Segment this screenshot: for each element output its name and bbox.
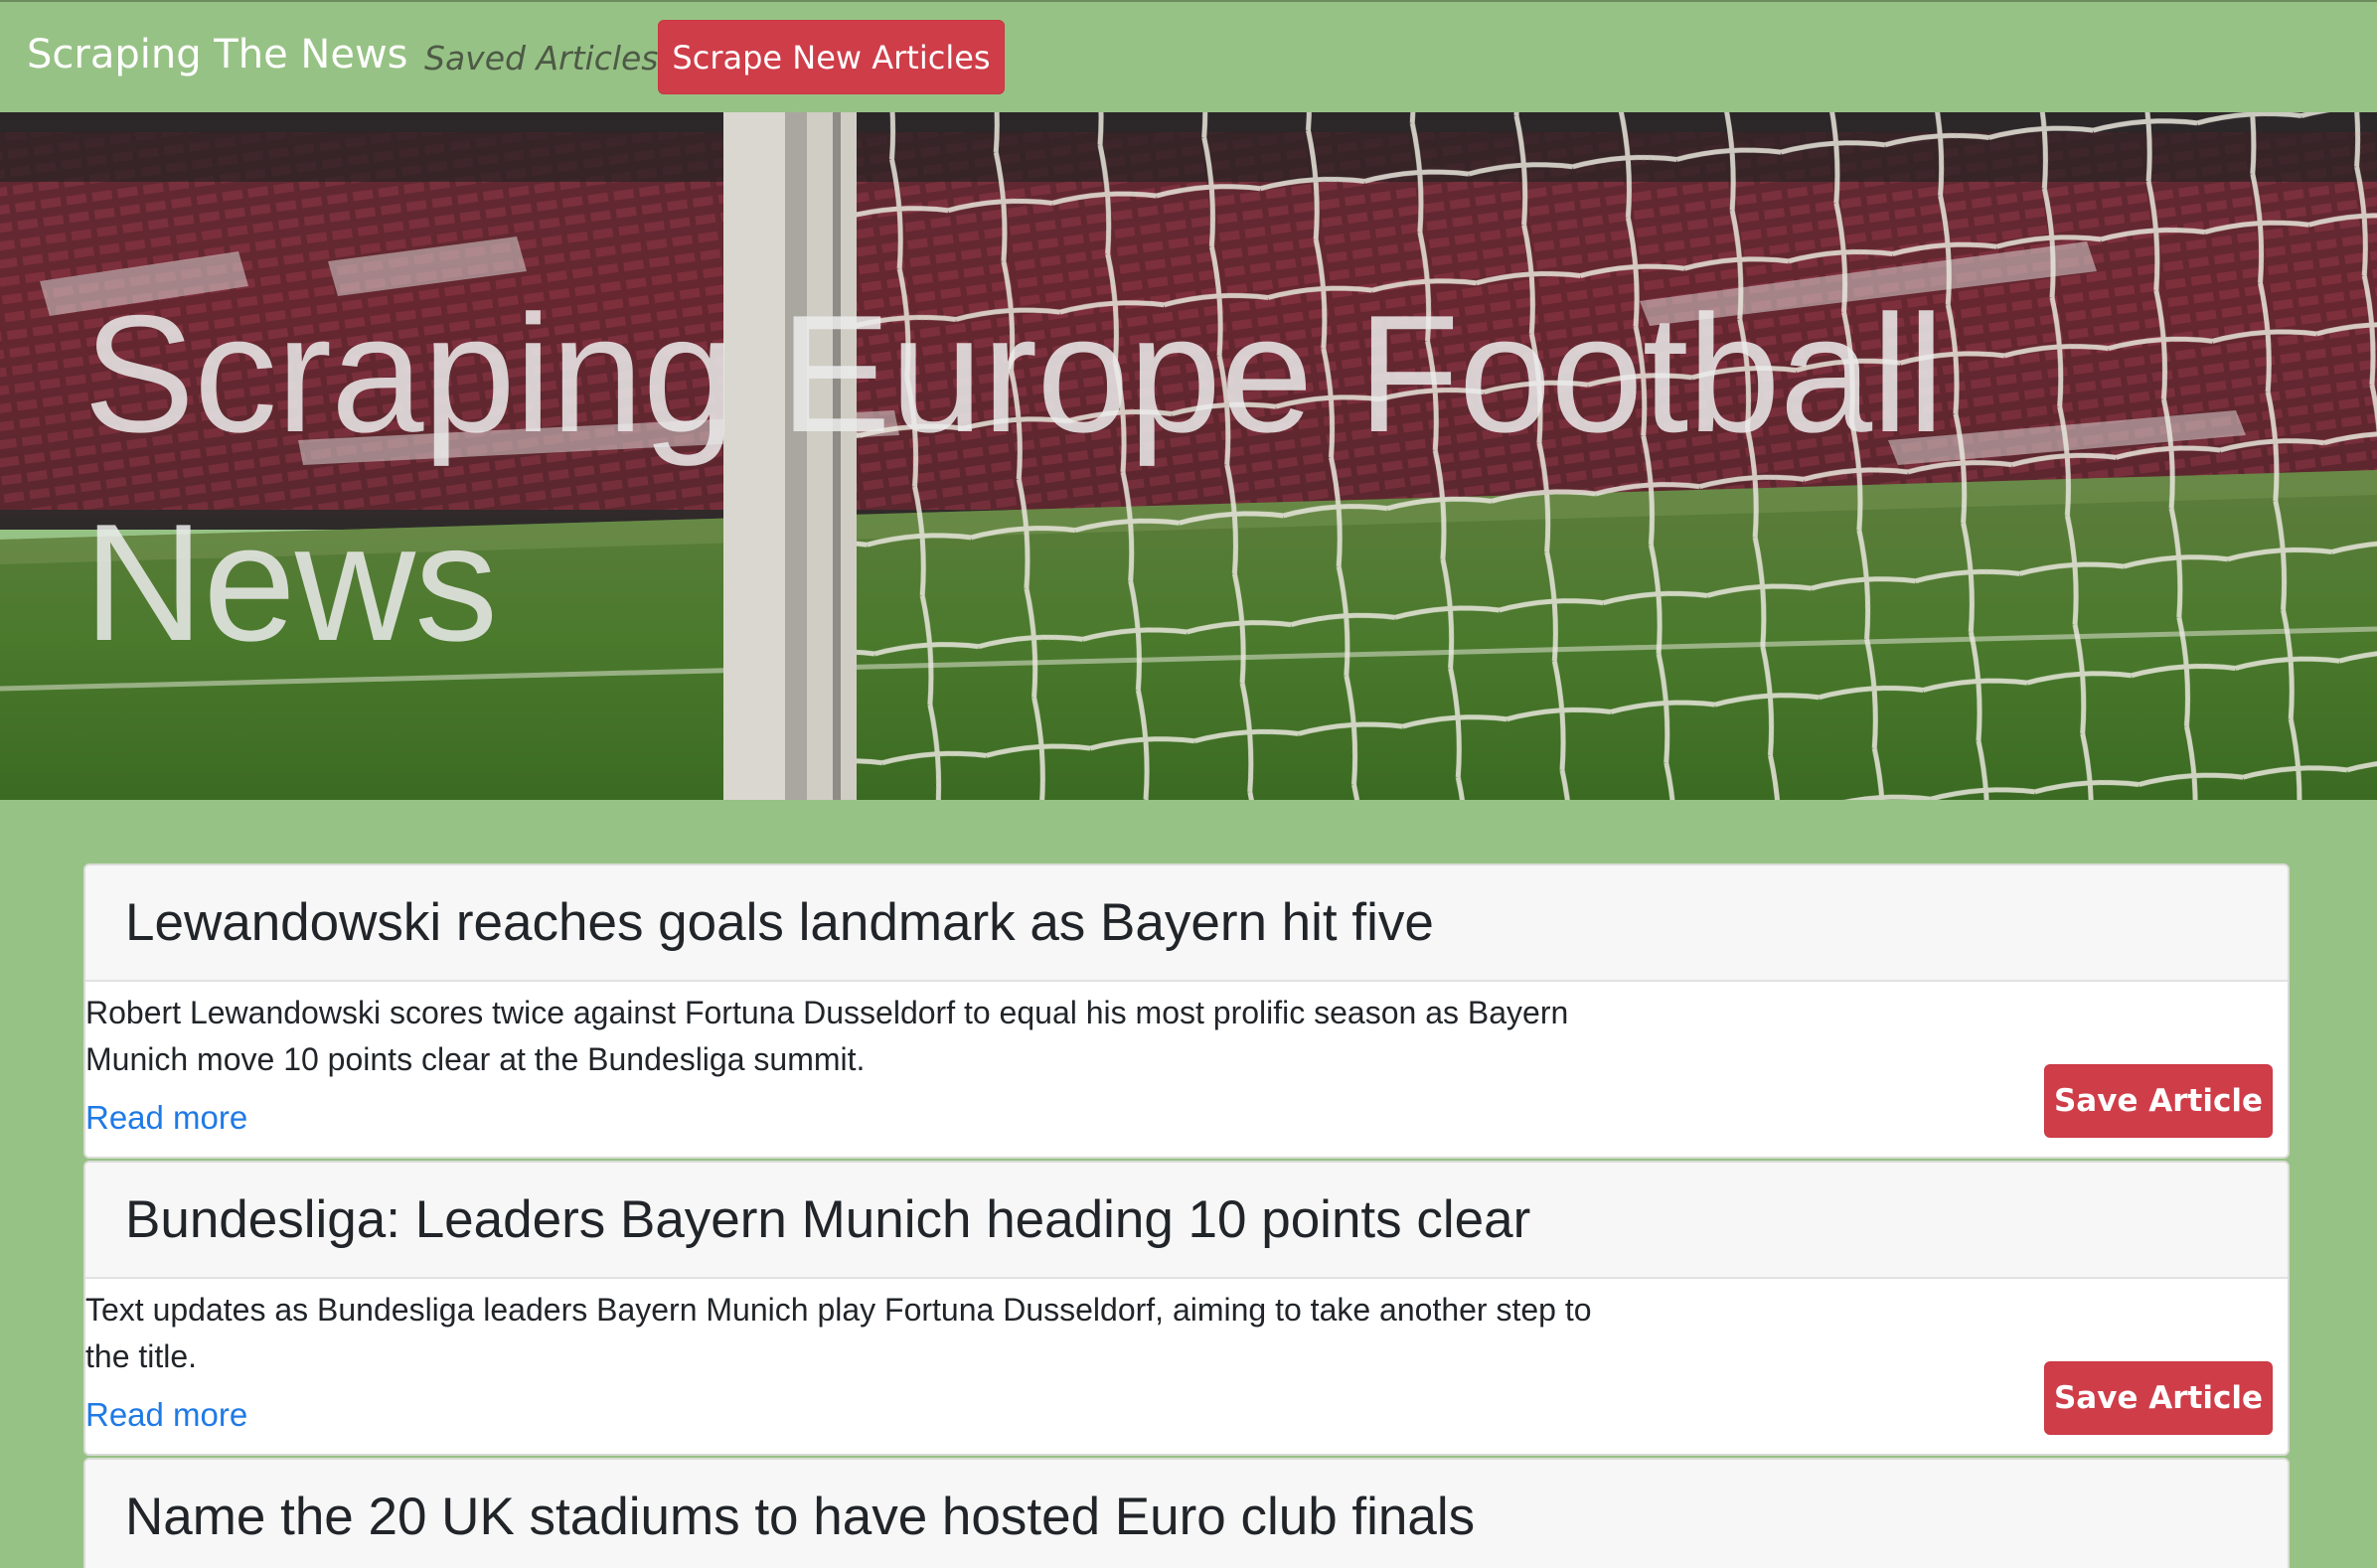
save-article-button[interactable]: Save Article [2044,1361,2273,1435]
brand-link[interactable]: Scraping The News [27,32,408,78]
article-title: Lewandowski reaches goals landmark as Ba… [125,893,1434,952]
article-header: Lewandowski reaches goals landmark as Ba… [85,865,2288,982]
scrape-new-articles-button[interactable]: Scrape New Articles [658,20,1005,94]
navbar: Scraping The News Saved Articles Scrape … [0,0,2377,112]
hero-banner: Scraping Europe Football News [0,112,2377,800]
article-body: Text updates as Bundesliga leaders Bayer… [85,1279,2288,1454]
read-more-link[interactable]: Read more [85,1099,247,1137]
article-card: Bundesliga: Leaders Bayern Munich headin… [83,1161,2290,1456]
save-article-button[interactable]: Save Article [2044,1064,2273,1138]
hero-title: Scraping Europe Football News [83,280,1945,676]
article-card: Name the 20 UK stadiums to have hosted E… [83,1458,2290,1568]
read-more-link[interactable]: Read more [85,1396,247,1434]
article-summary: Robert Lewandowski scores twice against … [85,995,1569,1077]
saved-articles-link[interactable]: Saved Articles [424,39,659,78]
article-body: Robert Lewandowski scores twice against … [85,982,2288,1157]
article-title: Bundesliga: Leaders Bayern Munich headin… [125,1190,1531,1249]
article-header: Name the 20 UK stadiums to have hosted E… [85,1460,2288,1568]
articles-list: Lewandowski reaches goals landmark as Ba… [83,863,2290,1568]
article-card: Lewandowski reaches goals landmark as Ba… [83,863,2290,1159]
article-title: Name the 20 UK stadiums to have hosted E… [125,1488,1476,1546]
article-header: Bundesliga: Leaders Bayern Munich headin… [85,1163,2288,1279]
article-summary: Text updates as Bundesliga leaders Bayer… [85,1292,1592,1374]
